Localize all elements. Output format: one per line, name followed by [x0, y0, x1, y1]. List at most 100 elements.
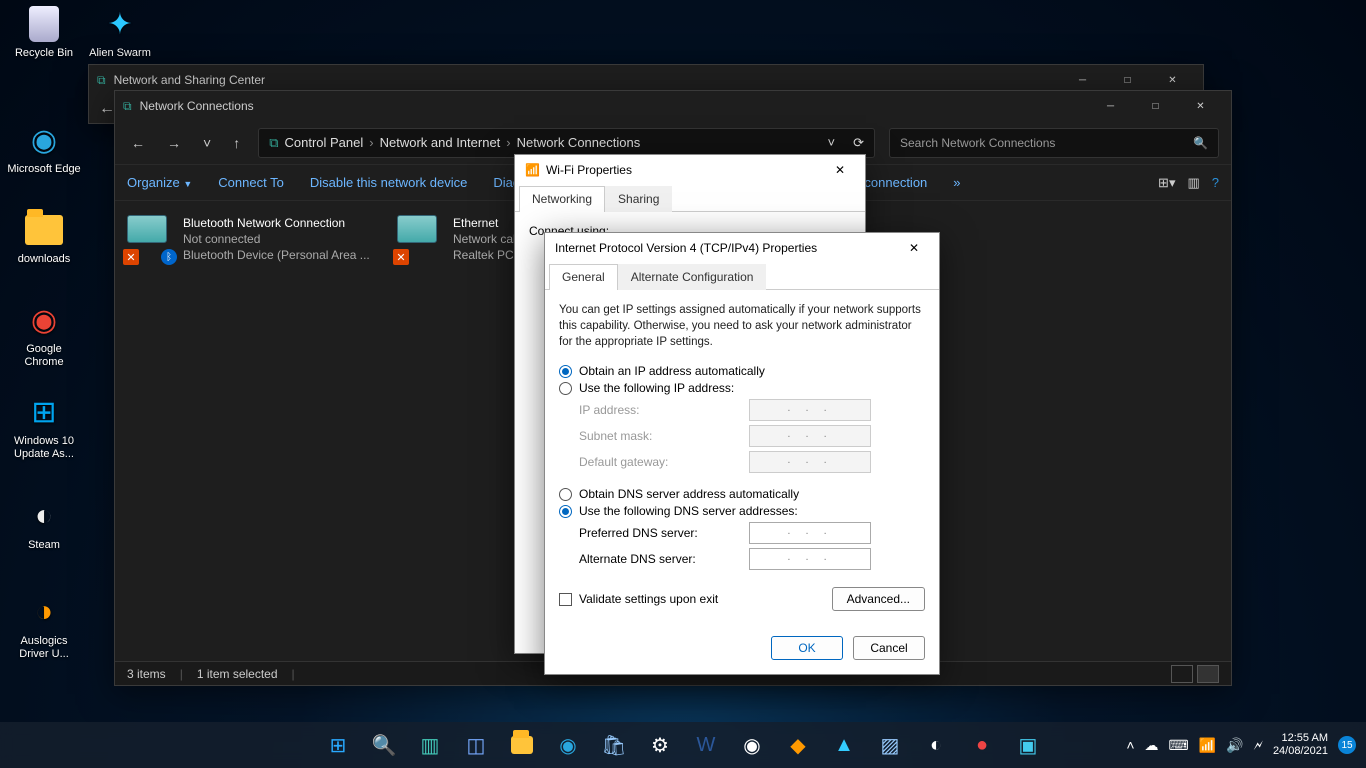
- app-button[interactable]: ●: [962, 725, 1002, 765]
- taskbar: ⊞ 🔍 ▥ ◫ ◉ 🛍 ⚙ W ◉ ◆ ▲ ▨ ◐ ● ▣ ˄ ☁ ⌨ 📶 🔊 …: [0, 722, 1366, 768]
- search-button[interactable]: 🔍: [364, 725, 404, 765]
- breadcrumb[interactable]: ⧉ Control Panel› Network and Internet› N…: [258, 128, 875, 158]
- app-icon: ◑: [24, 592, 64, 632]
- trash-icon: [29, 6, 59, 42]
- nav-forward-button[interactable]: →: [163, 131, 185, 155]
- subnet-label: Subnet mask:: [579, 429, 749, 443]
- desktop-icon-steam[interactable]: ◐ Steam: [6, 496, 82, 552]
- radio-obtain-ip-auto[interactable]: Obtain an IP address automatically: [559, 364, 925, 378]
- toolbar-organize[interactable]: Organize ▼: [127, 175, 192, 190]
- connection-status: Not connected: [183, 231, 370, 247]
- search-input[interactable]: Search Network Connections 🔍: [889, 128, 1219, 158]
- start-button[interactable]: ⊞: [318, 725, 358, 765]
- help-icon[interactable]: ?: [1212, 175, 1219, 191]
- onedrive-icon[interactable]: ☁: [1145, 737, 1159, 754]
- view-large-button[interactable]: [1197, 665, 1219, 683]
- ip-address-input: . . .: [749, 399, 871, 421]
- desktop-icon-auslogics[interactable]: ◑Auslogics Driver U...: [6, 592, 82, 661]
- label: downloads: [6, 253, 82, 266]
- tray-expand-icon[interactable]: ˄: [1126, 737, 1134, 753]
- notification-badge[interactable]: 15: [1338, 736, 1356, 754]
- dialog-title: Internet Protocol Version 4 (TCP/IPv4) P…: [555, 241, 817, 255]
- desktop-icon-recycle-bin[interactable]: Recycle Bin: [6, 4, 82, 60]
- store-button[interactable]: 🛍: [594, 725, 634, 765]
- app-button[interactable]: ▨: [870, 725, 910, 765]
- dialog-ipv4-properties[interactable]: Internet Protocol Version 4 (TCP/IPv4) P…: [544, 232, 940, 675]
- connection-item-bluetooth[interactable]: ✕ ᛒ Bluetooth Network Connection Not con…: [127, 215, 377, 264]
- maximize-button[interactable]: □: [1133, 91, 1178, 121]
- breadcrumb-item[interactable]: Network and Internet: [380, 135, 501, 150]
- alternate-dns-input[interactable]: . . .: [749, 548, 871, 570]
- app-button[interactable]: ▲: [824, 725, 864, 765]
- app-button[interactable]: ▣: [1008, 725, 1048, 765]
- close-button[interactable]: ✕: [899, 233, 929, 263]
- close-button[interactable]: ✕: [825, 155, 855, 185]
- advanced-button[interactable]: Advanced...: [832, 587, 925, 611]
- radio-use-ip[interactable]: Use the following IP address:: [559, 381, 925, 395]
- wifi-icon: 📶: [525, 163, 540, 177]
- cancel-button[interactable]: Cancel: [853, 636, 925, 660]
- radio-use-dns[interactable]: Use the following DNS server addresses:: [559, 504, 925, 518]
- clock[interactable]: 12:55 AM 24/08/2021: [1273, 732, 1328, 758]
- nav-recent-button[interactable]: ˅: [199, 131, 215, 155]
- wifi-icon[interactable]: 📶: [1199, 737, 1216, 754]
- checkbox-validate-settings[interactable]: Validate settings upon exit: [559, 592, 718, 606]
- network-adapter-icon: [397, 215, 437, 243]
- app-button[interactable]: ◆: [778, 725, 818, 765]
- keyboard-icon[interactable]: ⌨: [1169, 737, 1189, 754]
- nav-back-button[interactable]: ←: [127, 131, 149, 155]
- refresh-icon[interactable]: ⟳: [853, 135, 864, 151]
- label: Windows 10 Update As...: [6, 435, 82, 461]
- status-count: 3 items: [127, 667, 166, 681]
- task-view-button[interactable]: ▥: [410, 725, 450, 765]
- toolbar-disable[interactable]: Disable this network device: [310, 175, 468, 190]
- radio-label: Use the following DNS server addresses:: [579, 504, 798, 518]
- view-details-button[interactable]: [1171, 665, 1193, 683]
- close-button[interactable]: ✕: [1178, 91, 1223, 121]
- file-explorer-button[interactable]: [502, 725, 542, 765]
- connection-device: Bluetooth Device (Personal Area ...: [183, 247, 370, 263]
- minimize-button[interactable]: ─: [1088, 91, 1133, 121]
- tab-networking[interactable]: Networking: [519, 186, 605, 212]
- desktop-icon-chrome[interactable]: ◉Google Chrome: [6, 300, 82, 369]
- view-options-icon[interactable]: ⊞▾: [1158, 175, 1175, 191]
- error-icon: ✕: [393, 249, 409, 265]
- widgets-button[interactable]: ◫: [456, 725, 496, 765]
- tab-general[interactable]: General: [549, 264, 618, 290]
- app-icon: ⧉: [97, 73, 106, 88]
- network-adapter-icon: [127, 215, 167, 243]
- label: Steam: [6, 539, 82, 552]
- windows-icon: ⊞: [24, 392, 64, 432]
- search-placeholder: Search Network Connections: [900, 136, 1055, 150]
- word-button[interactable]: W: [686, 725, 726, 765]
- label: Google Chrome: [6, 343, 82, 369]
- settings-button[interactable]: ⚙: [640, 725, 680, 765]
- preview-pane-icon[interactable]: ▥: [1187, 175, 1199, 191]
- radio-icon: [559, 488, 572, 501]
- desktop-icon-edge[interactable]: ◉Microsoft Edge: [6, 120, 82, 176]
- ok-button[interactable]: OK: [771, 636, 843, 660]
- chevron-down-icon[interactable]: ˅: [828, 135, 836, 150]
- chrome-button[interactable]: ◉: [732, 725, 772, 765]
- toolbar-more[interactable]: »: [953, 175, 960, 190]
- edge-button[interactable]: ◉: [548, 725, 588, 765]
- bluetooth-icon: ᛒ: [161, 249, 177, 265]
- desktop-icon-downloads[interactable]: downloads: [6, 210, 82, 266]
- app-button[interactable]: ◐: [916, 725, 956, 765]
- nav-up-button[interactable]: ↑: [229, 131, 244, 155]
- radio-obtain-dns-auto[interactable]: Obtain DNS server address automatically: [559, 487, 925, 501]
- breadcrumb-item[interactable]: Network Connections: [517, 135, 641, 150]
- label: Alien Swarm: [82, 47, 158, 60]
- volume-icon[interactable]: 🔊: [1226, 737, 1243, 754]
- desktop-icon-win10-update[interactable]: ⊞ Windows 10 Update As...: [6, 392, 82, 461]
- window-title: Network Connections: [140, 99, 254, 113]
- desktop-icon-alien-swarm[interactable]: ✦Alien Swarm: [82, 4, 158, 60]
- battery-icon[interactable]: 🗲: [1254, 737, 1263, 754]
- gateway-input: . . .: [749, 451, 871, 473]
- tab-sharing[interactable]: Sharing: [605, 186, 672, 212]
- toolbar-connect-to[interactable]: Connect To: [218, 175, 284, 190]
- tab-alternate-config[interactable]: Alternate Configuration: [618, 264, 767, 290]
- preferred-dns-input[interactable]: . . .: [749, 522, 871, 544]
- steam-icon: ◐: [24, 496, 64, 536]
- breadcrumb-item[interactable]: Control Panel: [284, 135, 363, 150]
